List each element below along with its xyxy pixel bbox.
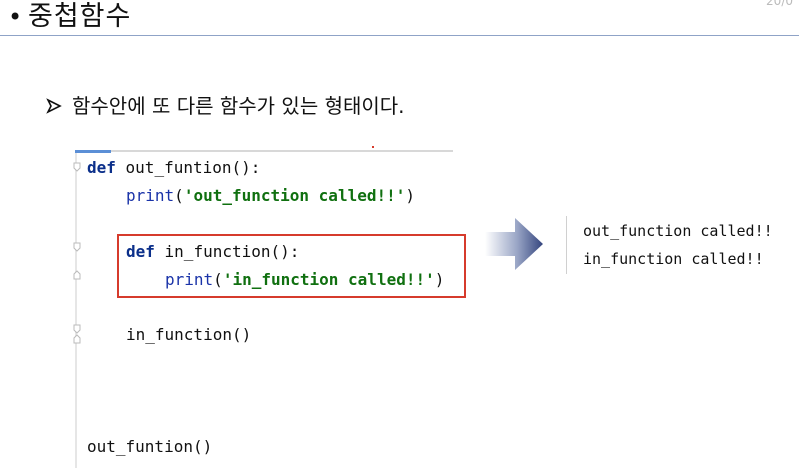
code-text: out_funtion():	[115, 158, 261, 177]
output-line-2: in_function called!!	[583, 250, 764, 268]
fold-icon	[73, 242, 81, 252]
string-literal: 'out_function called!!'	[183, 186, 406, 205]
arrowhead-bullet-icon	[46, 98, 62, 114]
code-line-def-out: def out_funtion():	[87, 158, 260, 178]
keyword-def: def	[87, 158, 116, 177]
page-number: 20/0	[766, 0, 793, 8]
fold-icon	[73, 162, 81, 172]
code-line-print-out: print('out_function called!!')	[126, 186, 415, 206]
fold-end-icon	[73, 334, 81, 344]
fold-end-icon	[73, 270, 81, 280]
editor-top-border	[75, 150, 453, 152]
right-arrow-icon	[485, 218, 543, 270]
fold-icon	[73, 324, 81, 334]
console-output: out_function called!! in_function called…	[566, 216, 799, 274]
output-divider	[566, 216, 567, 274]
title-bullet: •	[8, 3, 23, 31]
red-marker-dot	[372, 146, 374, 148]
code-line-call-in: in_function()	[126, 325, 252, 344]
slide-title-bar: • 중첩함수	[0, 0, 799, 36]
inner-function-highlight-box	[117, 234, 466, 298]
editor-tab-indicator	[75, 150, 111, 153]
slide-title: 중첩함수	[28, 1, 132, 32]
builtin-print: print	[126, 186, 175, 205]
code-paren: )	[405, 186, 416, 205]
code-line-call-out: out_funtion()	[87, 437, 213, 456]
code-paren: (	[174, 186, 184, 205]
output-line-1: out_function called!!	[583, 222, 773, 240]
editor-gutter	[75, 153, 77, 468]
sub-bullet-text: 함수안에 또 다른 함수가 있는 형태이다.	[72, 94, 405, 118]
